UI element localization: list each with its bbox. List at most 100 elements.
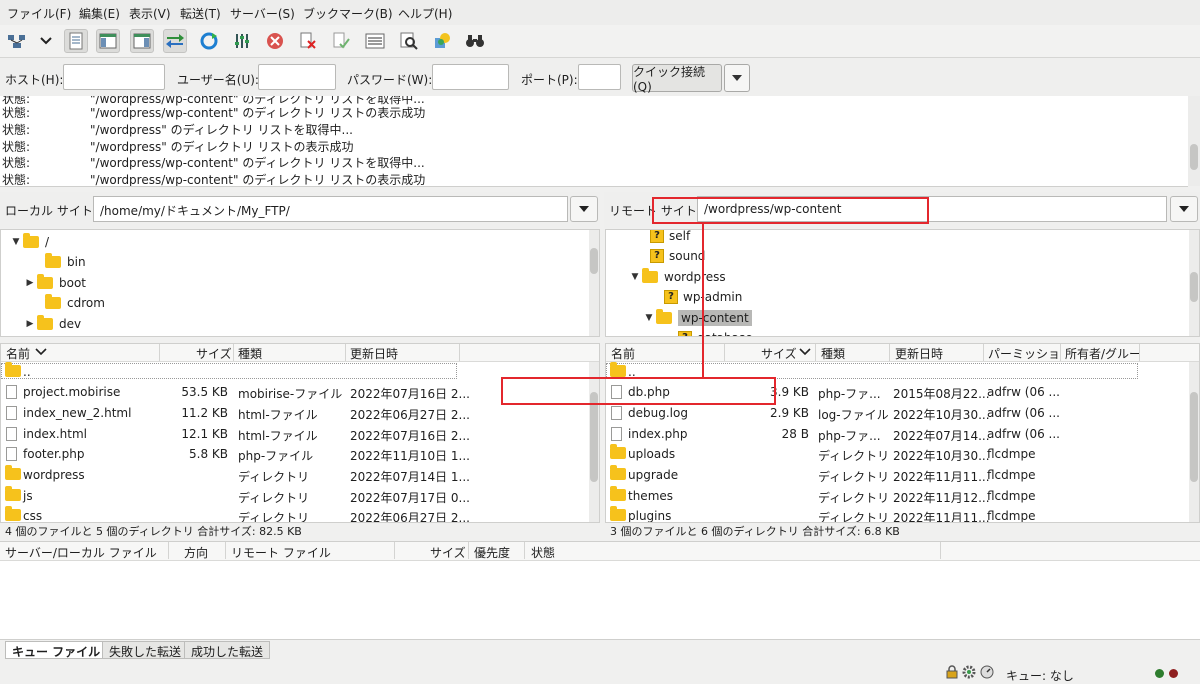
table-row[interactable]: wordpress ディレクトリ 2022年07月14日 1... (1, 465, 599, 485)
sort-descending-icon (799, 348, 811, 356)
remote-directory-tree: ? self ? sound ▼ wordpress ? wp-admin ▼ wp-co… (605, 229, 1200, 337)
folder-icon (5, 465, 21, 480)
tree-item[interactable]: ? sound (650, 246, 705, 266)
menu-transfer[interactable]: 転送(T) (180, 5, 221, 22)
column-owner-group[interactable]: 所有者/グルー (1065, 345, 1141, 362)
password-input[interactable] (432, 64, 509, 90)
table-row[interactable]: debug.log 2.9 KB log-ファイル 2022年10月30... … (606, 403, 1199, 423)
menu-server[interactable]: サーバー(S) (230, 5, 295, 22)
refresh-icon[interactable] (197, 29, 221, 53)
table-row[interactable]: index.php 28 B php-ファ... 2022年07月14... a… (606, 424, 1199, 444)
search-icon[interactable] (397, 29, 421, 53)
folder-icon (5, 506, 21, 521)
folder-icon (610, 362, 626, 377)
table-row[interactable]: index_new_2.html 11.2 KB html-ファイル 2022年… (1, 403, 599, 423)
table-row[interactable]: index.html 12.1 KB html-ファイル 2022年07月16日… (1, 424, 599, 444)
tab-failed-transfers[interactable]: 失敗した転送 (102, 641, 189, 659)
menu-bookmarks[interactable]: ブックマーク(B) (303, 5, 393, 22)
column-size[interactable]: サイズ (430, 544, 466, 561)
username-input[interactable] (258, 64, 336, 90)
local-path-input[interactable]: /home/my/ドキュメント/My_FTP/ (93, 196, 568, 222)
table-row[interactable]: uploads ディレクトリ 2022年10月30... flcdmpe (606, 444, 1199, 464)
local-tree-toggle-icon[interactable] (96, 29, 120, 53)
expand-arrow-icon[interactable]: ▼ (628, 272, 642, 282)
synchronized-browsing-icon[interactable] (430, 29, 454, 53)
file-icon (6, 385, 17, 399)
tree-item[interactable]: bin (31, 252, 86, 272)
tree-item[interactable]: ▶ dev (23, 314, 81, 334)
site-manager-icon[interactable] (5, 29, 29, 53)
disconnect-icon[interactable] (296, 29, 320, 53)
menu-edit[interactable]: 編集(E) (79, 5, 120, 22)
column-server-local-file[interactable]: サーバー/ローカル ファイル (5, 544, 157, 561)
remote-file-list: 名前 サイズ 種類 更新日時 パーミッショ 所有者/グルー .. db.php … (605, 343, 1200, 523)
expand-arrow-icon[interactable]: ▼ (9, 237, 23, 247)
tree-item[interactable]: ▶ boot (23, 273, 86, 293)
table-row[interactable]: plugins ディレクトリ 2022年11月11... flcdmpe (606, 506, 1199, 522)
directory-comparison-icon[interactable] (363, 29, 387, 53)
menu-file[interactable]: ファイル(F) (7, 5, 71, 22)
column-name[interactable]: 名前 (611, 345, 635, 362)
queue-status: キュー: なし (1006, 669, 1074, 683)
local-site-bar: ローカル サイト: /home/my/ドキュメント/My_FTP/ (0, 192, 600, 228)
tab-successful-transfers[interactable]: 成功した転送 (184, 641, 271, 659)
log-scrollbar[interactable] (1188, 96, 1200, 186)
tab-queued-files[interactable]: キュー ファイル (5, 641, 108, 659)
column-permissions[interactable]: パーミッショ (988, 345, 1060, 362)
annotation-box-db-php (501, 377, 776, 405)
expand-arrow-icon[interactable]: ▼ (642, 313, 656, 323)
table-row[interactable]: css ディレクトリ 2022年06月27日 2... (1, 506, 599, 522)
tree-item[interactable]: ▼ wordpress (628, 267, 726, 287)
column-name[interactable]: 名前 (6, 345, 30, 362)
expand-arrow-icon[interactable]: ▶ (23, 319, 37, 329)
remote-list-header: 名前 サイズ 種類 更新日時 パーミッショ 所有者/グルー (606, 344, 1199, 362)
tree-item[interactable]: cdrom (31, 293, 105, 313)
remote-path-dropdown[interactable] (1170, 196, 1198, 222)
column-size[interactable]: サイズ (196, 345, 232, 362)
remote-tree-scrollbar[interactable] (1189, 230, 1199, 336)
expand-arrow-icon[interactable]: ▶ (23, 278, 37, 288)
column-remote-file[interactable]: リモート ファイル (231, 544, 331, 561)
host-input[interactable] (63, 64, 165, 90)
local-path-dropdown[interactable] (570, 196, 598, 222)
local-tree-scrollbar[interactable] (589, 230, 599, 336)
column-type[interactable]: 種類 (821, 345, 845, 362)
table-row[interactable]: upgrade ディレクトリ 2022年11月11... flcdmpe (606, 465, 1199, 485)
folder-icon (23, 233, 39, 248)
column-direction[interactable]: 方向 (184, 544, 208, 561)
menu-view[interactable]: 表示(V) (129, 5, 171, 22)
folder-icon (656, 309, 672, 324)
message-log: 状態: "/wordpress/wp-content" のディレクトリ リストを取… (0, 96, 1188, 187)
message-log-toggle-icon[interactable] (64, 29, 88, 53)
menu-help[interactable]: ヘルプ(H) (398, 5, 452, 22)
folder-icon (37, 315, 53, 330)
filter-settings-icon[interactable] (230, 29, 254, 53)
column-status[interactable]: 状態 (531, 544, 555, 561)
port-input[interactable] (578, 64, 621, 90)
tree-item[interactable]: ?database (678, 328, 753, 336)
table-row[interactable]: js ディレクトリ 2022年07月17日 0... (1, 486, 599, 506)
quickconnect-bar: ホスト(H): ユーザー名(U): パスワード(W): ポート(P): クイック… (0, 58, 1200, 97)
quickconnect-button[interactable]: クイック接続(Q) (632, 64, 722, 94)
transfer-queue-toggle-icon[interactable] (163, 29, 187, 53)
remote-list-scrollbar[interactable] (1189, 362, 1199, 522)
gear-icon (962, 665, 976, 679)
column-size[interactable]: サイズ (761, 345, 797, 362)
table-row[interactable]: footer.php 5.8 KB php-ファイル 2022年11月10日 1… (1, 444, 599, 464)
remote-tree-toggle-icon[interactable] (130, 29, 154, 53)
tree-item[interactable]: ? self (650, 230, 690, 246)
quickconnect-dropdown[interactable] (724, 64, 750, 92)
tree-item[interactable]: ▼ / (9, 232, 49, 252)
chevron-down-icon (1179, 206, 1189, 212)
folder-icon (610, 486, 626, 501)
file-icon (611, 406, 622, 420)
column-modified[interactable]: 更新日時 (350, 345, 398, 362)
column-modified[interactable]: 更新日時 (895, 345, 943, 362)
table-row[interactable]: themes ディレクトリ 2022年11月12... flcdmpe (606, 486, 1199, 506)
tree-item-selected[interactable]: ▼ wp-content (642, 308, 752, 328)
column-priority[interactable]: 優先度 (474, 544, 510, 561)
column-type[interactable]: 種類 (238, 345, 262, 362)
binoculars-icon[interactable] (463, 29, 487, 53)
chevron-down-icon[interactable] (34, 29, 58, 53)
receive-activity-led-icon (1169, 669, 1178, 678)
